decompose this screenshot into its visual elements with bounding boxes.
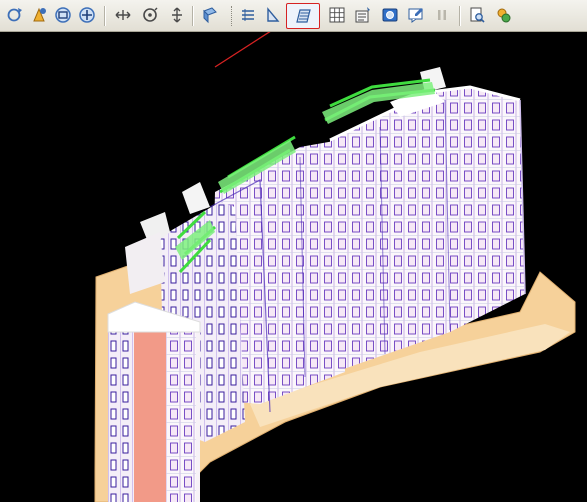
render-camera-icon[interactable]: [379, 4, 401, 26]
view-cube-icon[interactable]: [199, 4, 221, 26]
section-slice-icon[interactable]: [262, 4, 284, 26]
rotate-view-icon[interactable]: [4, 4, 26, 26]
toolbar-separator: [192, 6, 194, 26]
orbit-icon[interactable]: [139, 4, 161, 26]
grid-display-icon[interactable]: [326, 4, 348, 26]
end-block-stair-core: [134, 332, 166, 502]
annotation-icon[interactable]: [405, 4, 427, 26]
settings-icon[interactable]: [492, 4, 514, 26]
view-toolbar: [0, 0, 587, 32]
toolbar-separator: [459, 6, 461, 26]
toolbar-grip[interactable]: [231, 6, 234, 26]
3d-model-viewport[interactable]: [0, 32, 587, 502]
annotation-arrow: [214, 32, 271, 68]
print-preview-icon[interactable]: [466, 4, 488, 26]
move-horizontal-icon[interactable]: [112, 4, 134, 26]
toolbar-separator: [104, 6, 106, 26]
floor-stack-display-icon[interactable]: [286, 3, 320, 29]
pan-view-icon[interactable]: [28, 4, 50, 26]
zoom-realtime-icon[interactable]: [76, 4, 98, 26]
zoom-window-icon[interactable]: [52, 4, 74, 26]
pause-icon[interactable]: [431, 4, 453, 26]
component-properties-icon[interactable]: [352, 4, 374, 26]
floor-plan-layer-icon[interactable]: [237, 4, 259, 26]
building-model-render: [94, 32, 576, 502]
move-vertical-icon[interactable]: [166, 4, 188, 26]
